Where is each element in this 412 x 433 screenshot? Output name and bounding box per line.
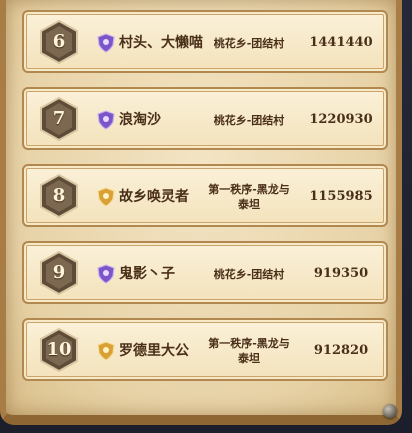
rank-number: 7 [52, 108, 66, 129]
purple-crest-icon [96, 110, 116, 130]
rank-badge-icon: 10 [39, 328, 79, 372]
rank-badge-icon: 7 [39, 97, 79, 141]
player-score: 1441440 [309, 35, 373, 50]
player-score: 912820 [313, 343, 369, 358]
player-name: 罗德里大公 [119, 343, 189, 359]
gold-crest-icon [96, 341, 116, 361]
player-name: 浪淘沙 [119, 112, 161, 128]
leaderboard-screen: 6 村头、大懒喵 桃花乡-团结村 1441440 7 浪淘沙 桃花乡-团结村 1… [0, 0, 412, 433]
player-guild: 桃花乡-团结村 [213, 36, 285, 50]
player-score: 1155985 [309, 189, 373, 204]
player-guild: 第一秩序-黑龙与泰坦 [208, 337, 290, 365]
rank-number: 10 [46, 339, 72, 360]
rank-badge-icon: 6 [39, 20, 79, 64]
purple-crest-icon [96, 264, 116, 284]
leaderboard-row[interactable]: 7 浪淘沙 桃花乡-团结村 1220930 [22, 87, 388, 150]
leaderboard-row[interactable]: 6 村头、大懒喵 桃花乡-团结村 1441440 [22, 10, 388, 73]
gold-crest-icon [96, 187, 116, 207]
player-guild: 桃花乡-团结村 [213, 113, 285, 127]
rank-badge-icon: 8 [39, 174, 79, 218]
rank-number: 6 [52, 31, 66, 52]
purple-crest-icon [96, 33, 116, 53]
leaderboard-row[interactable]: 8 故乡唤灵者 第一秩序-黑龙与泰坦 1155985 [22, 164, 388, 227]
leaderboard-row[interactable]: 9 鬼影丶子 桃花乡-团结村 919350 [22, 241, 388, 304]
player-name: 村头、大懒喵 [119, 35, 203, 51]
player-guild: 第一秩序-黑龙与泰坦 [208, 183, 290, 211]
player-score: 1220930 [309, 112, 373, 127]
rank-badge-icon: 9 [39, 251, 79, 295]
rank-number: 8 [52, 185, 66, 206]
player-name: 鬼影丶子 [119, 266, 175, 282]
nail-icon [383, 404, 397, 418]
leaderboard-row[interactable]: 10 罗德里大公 第一秩序-黑龙与泰坦 912820 [22, 318, 388, 381]
player-score: 919350 [313, 266, 369, 281]
player-guild: 桃花乡-团结村 [213, 267, 285, 281]
rank-number: 9 [52, 262, 66, 283]
player-name: 故乡唤灵者 [119, 189, 189, 205]
